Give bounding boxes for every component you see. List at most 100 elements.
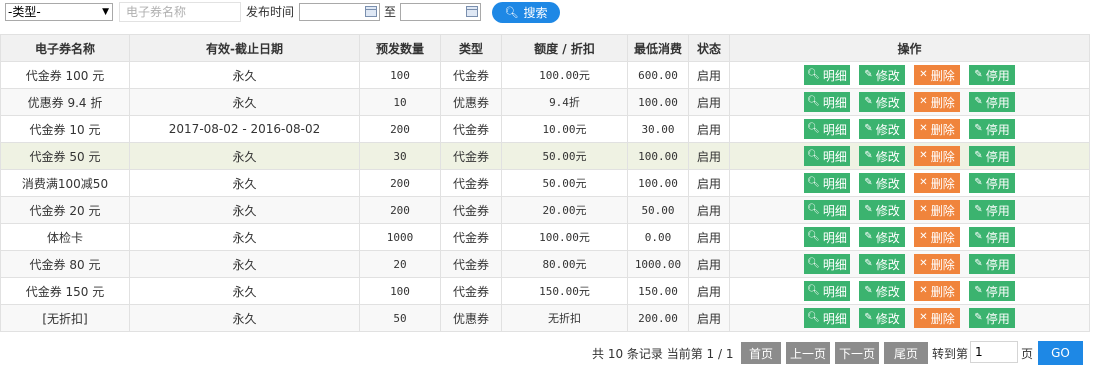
amount-cell: 9.4折 (501, 88, 628, 116)
actions-cell: 🔍︎ 明细 ✎ 修改 ✕ 删除 ✎ 停用 (729, 169, 1090, 197)
delete-button[interactable]: ✕ 删除 (914, 173, 960, 193)
detail-button[interactable]: 🔍︎ 明细 (804, 254, 850, 274)
coupon-name-cell: 体检卡 (0, 223, 130, 251)
detail-button-label: 明细 (822, 122, 847, 137)
calendar-icon[interactable] (466, 6, 478, 17)
type-cell: 代金券 (440, 277, 502, 305)
delete-button[interactable]: ✕ 删除 (914, 227, 960, 247)
type-cell: 代金券 (440, 250, 502, 278)
disable-button[interactable]: ✎ 停用 (969, 119, 1015, 139)
coupon-name-cell: 消费满100减50 (0, 169, 130, 197)
min-spend-cell: 50.00 (627, 196, 689, 224)
edit-button[interactable]: ✎ 修改 (859, 146, 905, 166)
coupon-name-cell: 代金券 100 元 (0, 61, 130, 89)
pencil-icon: ✎ (864, 204, 873, 215)
edit-button-label: 修改 (875, 284, 900, 299)
edit-button-label: 修改 (875, 257, 900, 272)
first-page-button[interactable]: 首页 (741, 342, 781, 364)
edit-button-label: 修改 (875, 311, 900, 326)
disable-button[interactable]: ✎ 停用 (969, 200, 1015, 220)
type-select[interactable]: -类型- ▼ (5, 3, 113, 21)
detail-button-label: 明细 (822, 176, 847, 191)
actions-cell: 🔍︎ 明细 ✎ 修改 ✕ 删除 ✎ 停用 (729, 223, 1090, 251)
edit-button[interactable]: ✎ 修改 (859, 254, 905, 274)
validity-cell: 2017-08-02 - 2016-08-02 (129, 115, 360, 143)
amount-cell: 无折扣 (501, 304, 628, 332)
detail-button[interactable]: 🔍︎ 明细 (804, 119, 850, 139)
delete-button[interactable]: ✕ 删除 (914, 281, 960, 301)
detail-button[interactable]: 🔍︎ 明细 (804, 146, 850, 166)
edit-button[interactable]: ✎ 修改 (859, 119, 905, 139)
prev-page-button[interactable]: 上一页 (786, 342, 830, 364)
last-page-button[interactable]: 尾页 (884, 342, 928, 364)
disable-button-label: 停用 (985, 257, 1010, 272)
coupon-name-input[interactable] (119, 2, 241, 22)
disable-button-label: 停用 (985, 68, 1010, 83)
amount-cell: 50.00元 (501, 169, 628, 197)
edit-button[interactable]: ✎ 修改 (859, 92, 905, 112)
disable-button[interactable]: ✎ 停用 (969, 146, 1015, 166)
pencil-icon: ✎ (864, 96, 873, 107)
detail-button[interactable]: 🔍︎ 明细 (804, 308, 850, 328)
status-cell: 启用 (688, 223, 730, 251)
detail-button[interactable]: 🔍︎ 明细 (804, 281, 850, 301)
detail-button-label: 明细 (822, 203, 847, 218)
record-summary: 共 10 条记录 当前第 1 / 1 (592, 347, 734, 361)
disable-button[interactable]: ✎ 停用 (969, 173, 1015, 193)
edit-button[interactable]: ✎ 修改 (859, 281, 905, 301)
delete-button-label: 删除 (930, 284, 955, 299)
end-date-input[interactable] (400, 3, 481, 21)
edit-button[interactable]: ✎ 修改 (859, 200, 905, 220)
close-icon: ✕ (919, 312, 928, 323)
delete-button[interactable]: ✕ 删除 (914, 65, 960, 85)
search-button[interactable]: 🔍︎ 搜索 (492, 2, 560, 23)
actions-cell: 🔍︎ 明细 ✎ 修改 ✕ 删除 ✎ 停用 (729, 115, 1090, 143)
type-select-value: -类型- (8, 5, 41, 19)
edit-button[interactable]: ✎ 修改 (859, 308, 905, 328)
status-cell: 启用 (688, 115, 730, 143)
type-cell: 代金券 (440, 115, 502, 143)
disable-button[interactable]: ✎ 停用 (969, 65, 1015, 85)
quantity-cell: 30 (359, 142, 441, 170)
delete-button[interactable]: ✕ 删除 (914, 119, 960, 139)
to-label: 至 (384, 5, 397, 19)
disable-button[interactable]: ✎ 停用 (969, 254, 1015, 274)
quantity-cell: 20 (359, 250, 441, 278)
magnifier-icon: 🔍︎ (807, 258, 820, 269)
delete-button[interactable]: ✕ 删除 (914, 254, 960, 274)
calendar-icon[interactable] (365, 6, 377, 17)
disable-button[interactable]: ✎ 停用 (969, 281, 1015, 301)
edit-button[interactable]: ✎ 修改 (859, 227, 905, 247)
detail-button[interactable]: 🔍︎ 明细 (804, 227, 850, 247)
detail-button[interactable]: 🔍︎ 明细 (804, 92, 850, 112)
delete-button-label: 删除 (930, 257, 955, 272)
edit-button[interactable]: ✎ 修改 (859, 65, 905, 85)
coupon-name-cell: 代金券 80 元 (0, 250, 130, 278)
disable-button[interactable]: ✎ 停用 (969, 308, 1015, 328)
close-icon: ✕ (919, 177, 928, 188)
magnifier-icon: 🔍︎ (807, 312, 820, 323)
delete-button[interactable]: ✕ 删除 (914, 200, 960, 220)
delete-button-label: 删除 (930, 230, 955, 245)
start-date-input[interactable] (299, 3, 380, 21)
delete-button[interactable]: ✕ 删除 (914, 146, 960, 166)
detail-button[interactable]: 🔍︎ 明细 (804, 173, 850, 193)
quantity-cell: 10 (359, 88, 441, 116)
next-page-button[interactable]: 下一页 (835, 342, 879, 364)
column-header: 有效-截止日期 (129, 34, 360, 62)
detail-button[interactable]: 🔍︎ 明细 (804, 65, 850, 85)
disable-button[interactable]: ✎ 停用 (969, 92, 1015, 112)
disable-button[interactable]: ✎ 停用 (969, 227, 1015, 247)
quantity-cell: 200 (359, 115, 441, 143)
close-icon: ✕ (919, 96, 928, 107)
go-button[interactable]: GO (1038, 341, 1083, 365)
delete-button[interactable]: ✕ 删除 (914, 308, 960, 328)
detail-button[interactable]: 🔍︎ 明细 (804, 200, 850, 220)
delete-button-label: 删除 (930, 311, 955, 326)
delete-button[interactable]: ✕ 删除 (914, 92, 960, 112)
pencil-icon: ✎ (974, 312, 983, 323)
page-number-input[interactable] (970, 341, 1018, 363)
table-row: [无折扣] 永久 50 优惠券 无折扣 200.00 启用 🔍︎ 明细 ✎ 修改… (0, 304, 1090, 332)
edit-button[interactable]: ✎ 修改 (859, 173, 905, 193)
close-icon: ✕ (919, 231, 928, 242)
